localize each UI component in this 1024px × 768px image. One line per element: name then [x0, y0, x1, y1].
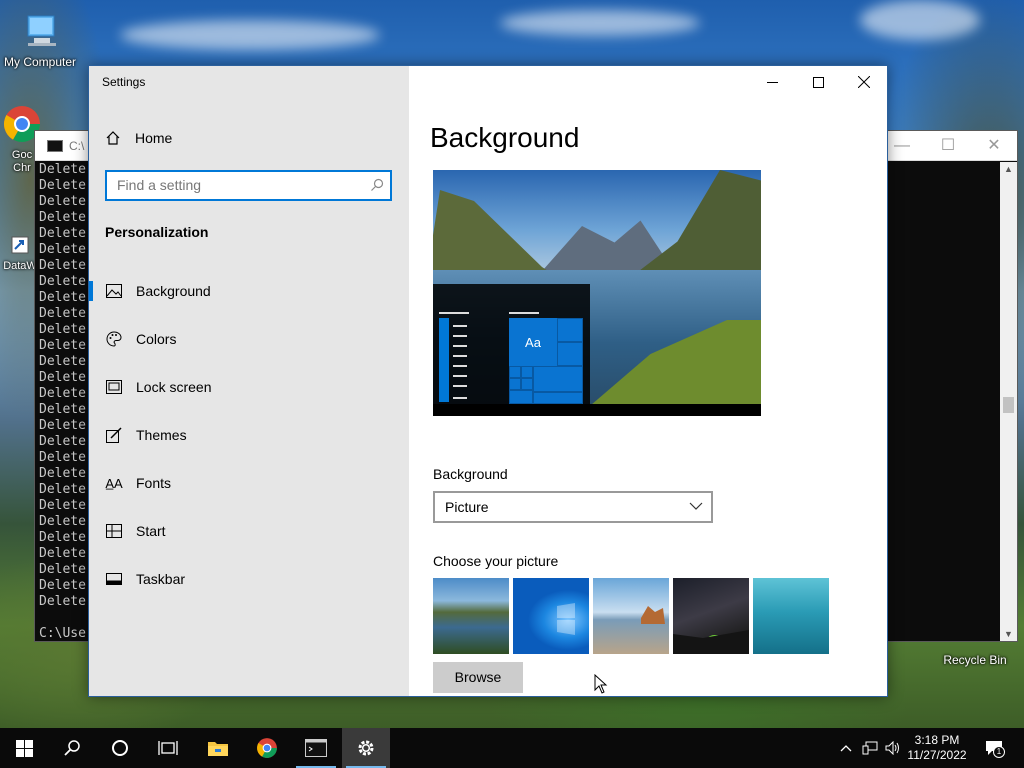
- cortana-icon: [112, 740, 128, 756]
- console-output: Delete Delete Delete Delete Delete Delet…: [39, 162, 86, 641]
- search-placeholder: Find a setting: [117, 177, 202, 193]
- close-button[interactable]: [841, 66, 887, 98]
- scroll-up-icon[interactable]: ▲: [1000, 164, 1017, 174]
- nav-item-lock-screen[interactable]: Lock screen: [89, 363, 409, 411]
- desktop-icon-label: My Computer: [3, 55, 77, 69]
- nav-item-label: Fonts: [136, 475, 172, 491]
- nav-item-label: Background: [136, 283, 211, 299]
- console-icon: [47, 140, 63, 152]
- search-icon: [64, 740, 80, 756]
- taskbar: 3:18 PM 11/27/2022 1: [0, 728, 1024, 768]
- network-icon: [862, 741, 878, 755]
- task-view-button[interactable]: [144, 728, 192, 768]
- picture-thumbnail[interactable]: [753, 578, 829, 654]
- volume-button[interactable]: [885, 740, 901, 756]
- windows-logo-icon: [15, 739, 33, 757]
- home-link[interactable]: Home: [105, 130, 172, 146]
- taskbar-icon: [106, 571, 122, 587]
- action-center-button[interactable]: 1: [984, 740, 1005, 758]
- desktop-icon-label: Recycle Bin: [943, 653, 1007, 667]
- network-button[interactable]: [862, 740, 878, 756]
- nav-item-label: Start: [136, 523, 166, 539]
- cloud: [500, 10, 700, 36]
- page-title: Background: [430, 122, 580, 153]
- search-icon: [371, 178, 384, 191]
- desktop-icon-recycle-bin[interactable]: Recycle Bin: [935, 651, 1015, 667]
- home-label: Home: [135, 130, 173, 146]
- cloud: [860, 0, 980, 40]
- file-explorer-button[interactable]: [194, 728, 242, 768]
- terminal-icon: [305, 739, 327, 757]
- nav-item-label: Taskbar: [136, 571, 186, 587]
- picture-thumbnail[interactable]: [673, 578, 749, 654]
- choose-picture-label: Choose your picture: [433, 553, 559, 569]
- cloud: [120, 20, 380, 50]
- search-button[interactable]: [48, 728, 96, 768]
- chrome-icon: [257, 738, 277, 758]
- command-prompt-button[interactable]: [292, 728, 340, 768]
- start-button[interactable]: [0, 728, 48, 768]
- preview-tile: Aa: [509, 318, 557, 366]
- nav-item-start[interactable]: Start: [89, 507, 409, 555]
- chevron-down-icon: [689, 502, 703, 510]
- picture-thumbnail[interactable]: [513, 578, 589, 654]
- close-icon: [858, 76, 870, 88]
- background-label: Background: [433, 466, 508, 482]
- nav-item-label: Themes: [136, 427, 187, 443]
- section-title: Personalization: [105, 224, 209, 240]
- settings-sidebar: Settings Home Find a setting Personaliza…: [89, 66, 409, 696]
- clock-date: 11/27/2022: [907, 748, 967, 762]
- gear-icon: [358, 740, 374, 756]
- scroll-thumb[interactable]: [1003, 397, 1014, 413]
- chrome-button[interactable]: [243, 728, 291, 768]
- settings-button[interactable]: [342, 728, 390, 768]
- maximize-icon[interactable]: ☐: [925, 131, 971, 161]
- nav-item-taskbar[interactable]: Taskbar: [89, 555, 409, 603]
- console-title: C:\: [69, 139, 85, 153]
- close-icon[interactable]: ✕: [971, 131, 1017, 161]
- show-hidden-icons-button[interactable]: [838, 740, 854, 756]
- picture-thumbnail[interactable]: [593, 578, 669, 654]
- browse-button[interactable]: Browse: [433, 662, 523, 693]
- speaker-icon: [885, 741, 899, 755]
- nav-item-background[interactable]: Background: [89, 267, 409, 315]
- nav-item-label: Colors: [136, 331, 177, 347]
- scroll-down-icon[interactable]: ▼: [1000, 629, 1017, 639]
- clock[interactable]: 3:18 PM 11/27/2022: [902, 733, 972, 763]
- search-input[interactable]: Find a setting: [105, 170, 392, 201]
- maximize-button[interactable]: [795, 66, 841, 98]
- background-preview: Aa: [433, 170, 761, 416]
- maximize-icon: [812, 76, 824, 88]
- computer-icon: [27, 15, 56, 46]
- picture-icon: [106, 283, 122, 299]
- nav-item-label: Lock screen: [136, 379, 212, 395]
- folder-icon: [208, 742, 228, 756]
- cortana-button[interactable]: [96, 728, 144, 768]
- desktop-icon-my-computer[interactable]: My Computer: [0, 10, 80, 69]
- lock-screen-icon: [106, 379, 122, 395]
- mouse-cursor-icon: [594, 674, 608, 694]
- nav-item-themes[interactable]: Themes: [89, 411, 409, 459]
- background-dropdown-value: Picture: [445, 499, 489, 515]
- minimize-button[interactable]: [749, 66, 795, 98]
- picture-thumbnail[interactable]: [433, 578, 509, 654]
- console-scrollbar[interactable]: ▲ ▼: [1000, 162, 1017, 641]
- palette-icon: [106, 331, 122, 347]
- fonts-icon: A̲A: [105, 475, 123, 491]
- home-icon: [106, 131, 120, 145]
- app-title: Settings: [102, 75, 146, 89]
- chevron-up-icon: [840, 745, 852, 752]
- nav-item-fonts[interactable]: A̲A Fonts: [89, 459, 409, 507]
- task-view-icon: [158, 741, 178, 755]
- settings-window[interactable]: Settings Home Find a setting Personaliza…: [88, 65, 888, 697]
- start-icon: [106, 523, 122, 539]
- background-dropdown[interactable]: Picture: [433, 491, 713, 523]
- clock-time: 3:18 PM: [914, 733, 960, 747]
- nav-item-colors[interactable]: Colors: [89, 315, 409, 363]
- settings-main: Background Aa Background Picture Choose …: [409, 66, 887, 696]
- shortcut-icon: [11, 236, 29, 254]
- notification-count: 1: [993, 746, 1005, 758]
- themes-icon: [106, 427, 122, 443]
- minimize-icon: [766, 81, 778, 83]
